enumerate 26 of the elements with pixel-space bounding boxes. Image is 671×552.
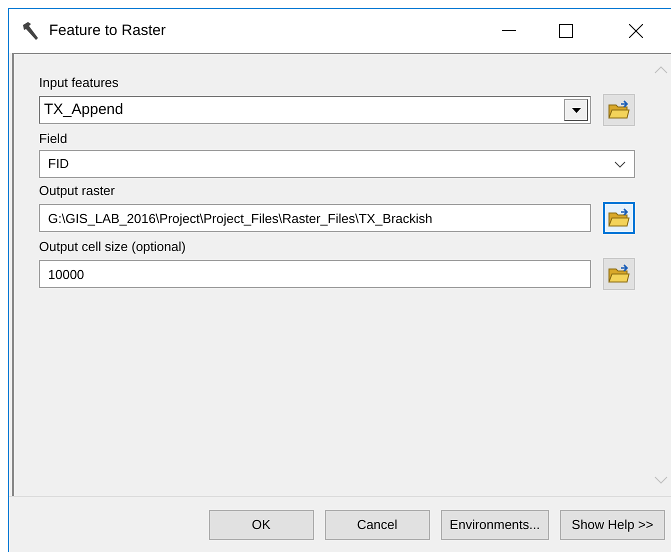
scroll-down-icon[interactable]: [654, 476, 668, 484]
parameter-label: Output raster: [39, 182, 116, 200]
window-title: Feature to Raster: [49, 20, 166, 41]
input-field[interactable]: G:\GIS_LAB_2016\Project\Project_Files\Raster_Files\TX_Brackish: [39, 204, 591, 232]
chevron-down-icon: [614, 160, 626, 168]
folder-icon: [608, 208, 630, 228]
dialog-button[interactable]: OK: [208, 510, 314, 540]
parameter-label: Output cell size (optional): [39, 238, 187, 256]
close-icon: [629, 24, 643, 38]
browse-button[interactable]: [603, 202, 635, 234]
input-field[interactable]: 10000: [39, 260, 591, 288]
browse-button[interactable]: [603, 258, 635, 290]
field-dropdown[interactable]: FID: [39, 150, 635, 178]
minimize-icon: [502, 30, 516, 32]
dialog-button[interactable]: Cancel: [324, 510, 430, 540]
dialog-button[interactable]: Show Help >>: [560, 510, 665, 540]
dialog-button[interactable]: Environments...: [440, 510, 549, 540]
folder-icon: [608, 264, 630, 284]
maximize-icon: [559, 24, 573, 38]
parameter-label: Field: [39, 130, 68, 148]
parameter-label: Input features: [39, 74, 120, 92]
folder-icon: [608, 100, 630, 120]
browse-button[interactable]: [603, 94, 635, 126]
input-features-combo[interactable]: TX_Append: [39, 96, 591, 124]
hammer-icon: [21, 21, 41, 41]
scroll-up-icon[interactable]: [654, 66, 668, 74]
